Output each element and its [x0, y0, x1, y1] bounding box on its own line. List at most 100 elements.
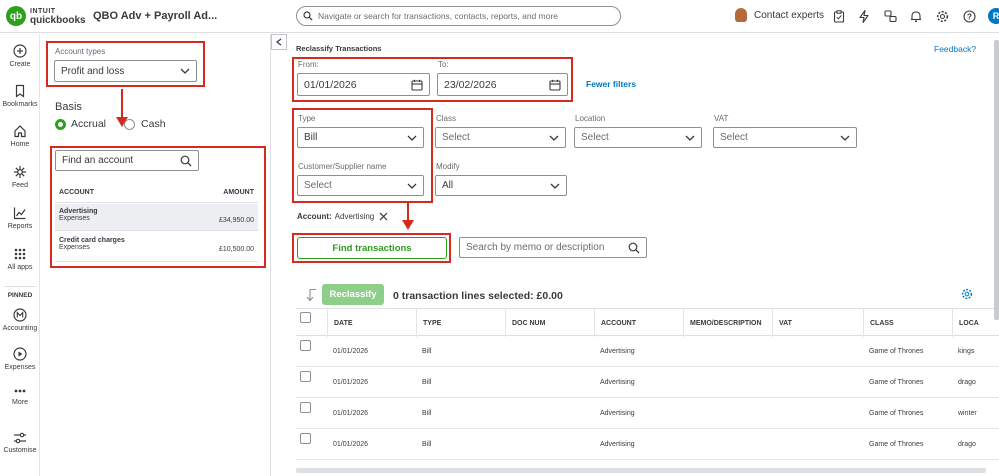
modify-select[interactable]: All: [435, 175, 567, 196]
help-icon[interactable]: ?: [962, 9, 976, 23]
customer-supplier-select[interactable]: Select: [297, 175, 424, 196]
type-column-header[interactable]: TYPE: [416, 309, 505, 337]
type-value: Bill: [304, 132, 318, 143]
vat-placeholder: Select: [720, 132, 748, 143]
account-row-advertising[interactable]: Advertising Expenses £34,950.00: [55, 204, 258, 231]
pinned-divider: [4, 286, 36, 287]
row-doc-num: [505, 336, 594, 367]
fewer-filters-link[interactable]: Fewer filters: [586, 79, 636, 89]
left-nav: Create Bookmarks Home Feed Reports All a…: [0, 34, 40, 476]
reclassify-button[interactable]: Reclassify: [322, 284, 384, 305]
qb-logo-icon: qb: [6, 6, 26, 26]
amount-column-header: AMOUNT: [223, 188, 254, 196]
nav-expenses[interactable]: Expenses: [0, 347, 40, 371]
lightning-icon[interactable]: [857, 9, 871, 23]
close-icon[interactable]: [379, 212, 388, 221]
modify-value: All: [442, 180, 454, 191]
page-scrollbar[interactable]: [994, 40, 999, 320]
clipboard-icon[interactable]: [832, 9, 846, 23]
to-label: To:: [438, 60, 449, 69]
basis-cash-radio[interactable]: [124, 118, 136, 130]
basis-accrual-radio[interactable]: [55, 118, 66, 130]
global-search-input[interactable]: Navigate or search for transactions, con…: [296, 6, 621, 26]
feedback-link[interactable]: Feedback?: [934, 44, 976, 54]
home-icon: [14, 125, 26, 138]
row-account: Advertising: [600, 441, 635, 448]
bell-icon[interactable]: [909, 9, 923, 23]
find-transactions-button[interactable]: Find transactions: [297, 237, 447, 259]
doc-num-column-header[interactable]: DOC NUM: [505, 309, 594, 337]
apps-switch-icon[interactable]: [883, 9, 897, 23]
table-row[interactable]: 01/01/2026 Bill Advertising Game of Thro…: [296, 398, 999, 429]
collapse-panel-button[interactable]: [271, 34, 287, 50]
account-row-amount: £10,500.00: [218, 246, 254, 253]
basis-radio-group: Accrual Cash: [55, 118, 166, 130]
location-select[interactable]: Select: [574, 127, 702, 148]
gear-icon[interactable]: [935, 9, 949, 23]
account-row-name: Credit card charges: [59, 237, 125, 244]
account-types-label: Account types: [55, 47, 106, 56]
memo-search-placeholder: Search by memo or description: [466, 242, 605, 253]
location-column-header[interactable]: LOCA: [952, 309, 999, 337]
gear-icon[interactable]: [961, 288, 973, 300]
table-row[interactable]: 01/01/2026 Bill Advertising Game of Thro…: [296, 429, 999, 460]
bookmark-icon: [15, 84, 25, 98]
account-chip-label: Account:: [297, 212, 332, 221]
nav-all-apps[interactable]: All apps: [0, 247, 40, 271]
from-date-value: 01/01/2026: [304, 78, 357, 91]
more-icon: [14, 389, 26, 393]
basis-cash-label: Cash: [141, 118, 166, 130]
memo-search-input[interactable]: Search by memo or description: [459, 237, 647, 258]
account-row-credit-card-charges[interactable]: Credit card charges Expenses £10,500.00: [55, 232, 258, 262]
transactions-table-header: DATE TYPE DOC NUM ACCOUNT MEMO/DESCRIPTI…: [296, 308, 999, 337]
memo-column-header[interactable]: MEMO/DESCRIPTION: [683, 309, 772, 337]
row-date: 01/01/2026: [333, 379, 369, 386]
quickbooks-logo[interactable]: qb INTUIT quickbooks: [6, 6, 86, 26]
row-checkbox[interactable]: [300, 433, 311, 444]
account-row-amount: £34,950.00: [218, 217, 254, 224]
date-column-header[interactable]: DATE: [327, 309, 415, 337]
global-search-placeholder: Navigate or search for transactions, con…: [318, 11, 559, 21]
account-table-header: ACCOUNT AMOUNT: [55, 182, 258, 203]
nav-accounting[interactable]: Accounting: [0, 308, 40, 332]
select-all-checkbox[interactable]: [300, 312, 311, 323]
user-avatar[interactable]: R: [988, 8, 999, 24]
plus-circle-icon: [13, 44, 27, 58]
vat-column-header[interactable]: VAT: [772, 309, 863, 337]
nav-customise[interactable]: Customise: [0, 432, 40, 454]
row-checkbox[interactable]: [300, 402, 311, 413]
chevron-down-icon: [407, 135, 417, 141]
customise-icon: [14, 432, 26, 444]
pinned-heading: PINNED: [7, 292, 33, 299]
nav-feed[interactable]: Feed: [0, 165, 40, 189]
nav-reports-label: Reports: [7, 223, 33, 230]
nav-reports[interactable]: Reports: [0, 206, 40, 230]
row-memo: [683, 367, 772, 398]
table-row[interactable]: 01/01/2026 Bill Advertising Game of Thro…: [296, 336, 999, 367]
nav-bookmarks[interactable]: Bookmarks: [0, 84, 40, 108]
find-account-input[interactable]: Find an account: [55, 150, 199, 171]
to-date-input[interactable]: 23/02/2026: [437, 73, 568, 96]
row-type: Bill: [422, 348, 432, 355]
from-date-input[interactable]: 01/01/2026: [297, 73, 430, 96]
nav-expenses-label: Expenses: [4, 364, 36, 371]
row-checkbox[interactable]: [300, 371, 311, 382]
table-horizontal-scrollbar[interactable]: [296, 468, 986, 473]
row-type: Bill: [422, 379, 432, 386]
table-row[interactable]: 01/01/2026 Bill Advertising Game of Thro…: [296, 367, 999, 398]
row-vat: [772, 398, 863, 429]
class-column-header[interactable]: CLASS: [863, 309, 952, 337]
row-checkbox[interactable]: [300, 340, 311, 351]
company-name[interactable]: QBO Adv + Payroll Ad...: [93, 10, 217, 22]
nav-create[interactable]: Create: [0, 44, 40, 68]
basis-label: Basis: [55, 101, 82, 113]
nav-more[interactable]: More: [0, 386, 40, 406]
row-type: Bill: [422, 441, 432, 448]
vat-select[interactable]: Select: [713, 127, 857, 148]
class-select[interactable]: Select: [435, 127, 566, 148]
type-select[interactable]: Bill: [297, 127, 424, 148]
account-column-header[interactable]: ACCOUNT: [594, 309, 683, 337]
account-types-select[interactable]: Profit and loss: [54, 60, 197, 82]
contact-experts-button[interactable]: Contact experts: [735, 8, 824, 22]
nav-home[interactable]: Home: [0, 124, 40, 148]
